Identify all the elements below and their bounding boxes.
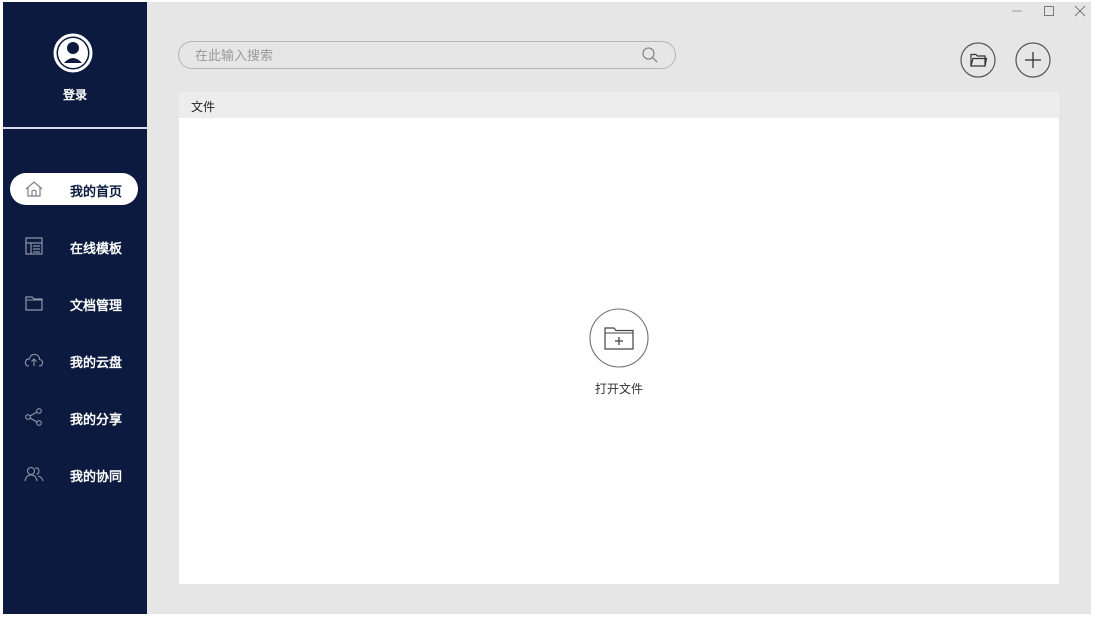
files-panel: 文件 打开文件: [179, 92, 1059, 584]
sidebar-item-label: 我的云盘: [70, 355, 123, 370]
search-box[interactable]: [178, 41, 676, 69]
home-icon: [25, 181, 43, 197]
sidebar-item-label: 在线模板: [70, 241, 123, 256]
collaborate-icon: [24, 466, 44, 482]
open-file-label[interactable]: 打开文件: [559, 380, 679, 397]
template-icon: [25, 237, 43, 255]
sidebar-item-label: 我的协同: [70, 469, 123, 484]
sidebar-item-label: 我的首页: [70, 184, 123, 199]
minimize-icon[interactable]: [1010, 4, 1024, 18]
panel-title: 文件: [191, 100, 216, 114]
close-icon[interactable]: [1073, 4, 1087, 18]
open-folder-button[interactable]: [960, 42, 996, 78]
sidebar-item-cloud[interactable]: 我的云盘: [10, 344, 138, 376]
open-file-button[interactable]: [589, 308, 649, 368]
sidebar-item-collaborate[interactable]: 我的协同: [10, 458, 138, 490]
sidebar-item-templates[interactable]: 在线模板: [10, 230, 138, 262]
sidebar-item-label: 我的分享: [70, 412, 123, 427]
sidebar-item-documents[interactable]: 文档管理: [10, 287, 138, 319]
maximize-icon[interactable]: [1042, 4, 1056, 18]
sidebar-item-home[interactable]: 我的首页: [10, 173, 138, 205]
login-area[interactable]: 登录: [3, 2, 147, 127]
search-icon[interactable]: [641, 46, 659, 64]
sidebar-divider: [3, 127, 147, 129]
add-button[interactable]: [1015, 42, 1051, 78]
sidebar: 登录 我的首页 在线模板 文档管理 我的云盘 我的分享 我的协同: [3, 2, 147, 614]
sidebar-item-share[interactable]: 我的分享: [10, 401, 138, 433]
app-window: 登录 我的首页 在线模板 文档管理 我的云盘 我的分享 我的协同 在此输入搜索 …: [3, 2, 1091, 614]
share-icon: [25, 408, 42, 426]
cloud-upload-icon: [24, 353, 44, 367]
login-label[interactable]: 登录: [3, 86, 147, 103]
panel-header: 文件: [179, 92, 1059, 118]
user-avatar-icon[interactable]: [53, 33, 93, 73]
folder-icon: [25, 296, 43, 311]
sidebar-item-label: 文档管理: [70, 298, 123, 313]
search-input[interactable]: [195, 42, 615, 68]
